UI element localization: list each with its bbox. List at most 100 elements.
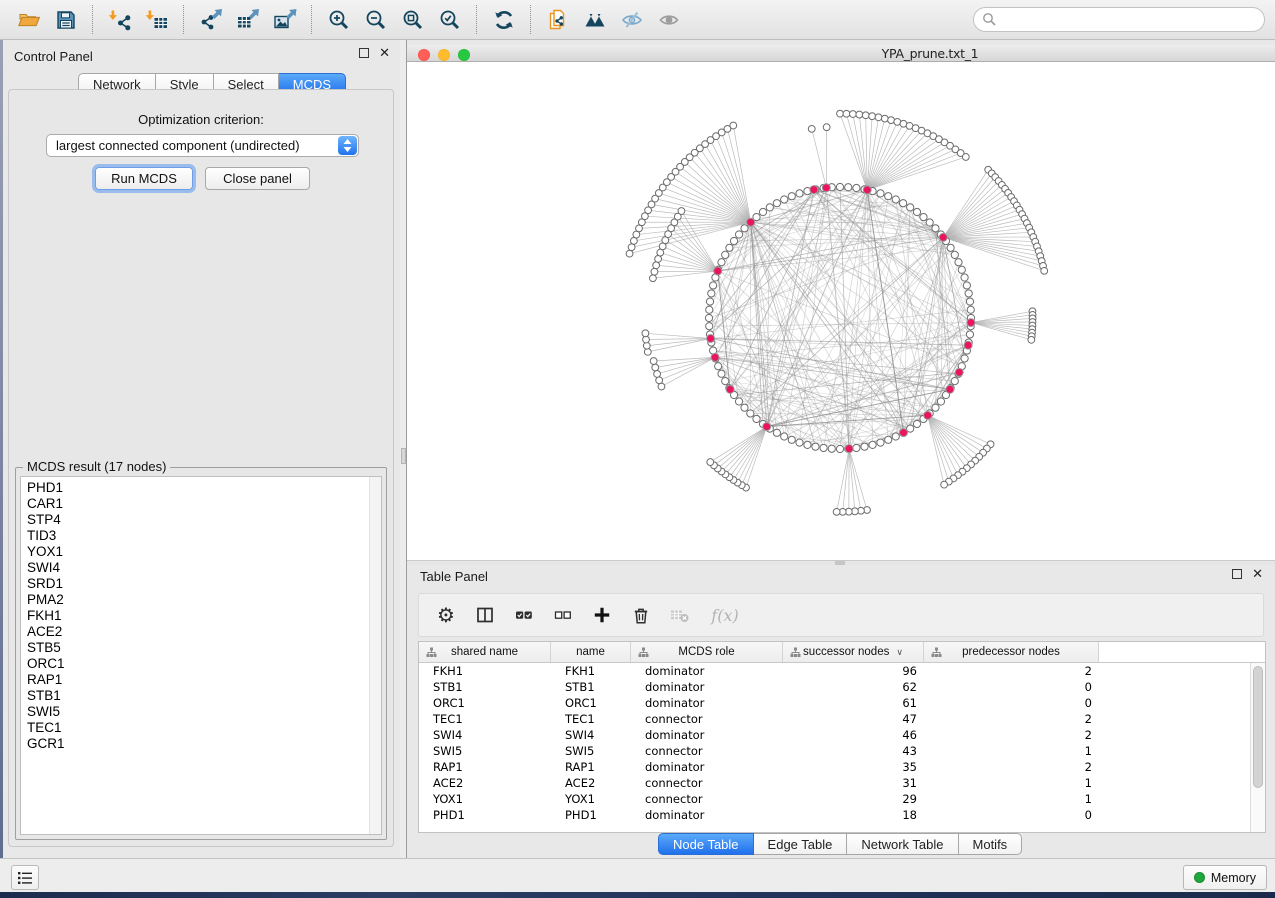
graph-mcds-hub-node[interactable] — [924, 411, 932, 419]
mcds-result-item[interactable]: PHD1 — [21, 480, 381, 496]
graph-leaf-node[interactable] — [941, 481, 948, 488]
graph-leaf-node[interactable] — [837, 110, 844, 117]
graph-leaf-node[interactable] — [881, 115, 888, 122]
mcds-result-list[interactable]: PHD1CAR1STP4TID3YOX1SWI4SRD1PMA2FKH1ACE2… — [20, 476, 382, 835]
graph-node[interactable] — [932, 225, 939, 232]
graph-node[interactable] — [796, 190, 803, 197]
mcds-result-item[interactable]: SRD1 — [21, 576, 381, 592]
tab-motifs[interactable]: Motifs — [959, 833, 1023, 855]
graph-mcds-hub-node[interactable] — [726, 385, 734, 393]
graph-node[interactable] — [958, 266, 965, 273]
network-graph[interactable] — [407, 62, 1275, 560]
table-row[interactable]: ORC1ORC1dominator610 — [419, 695, 1265, 711]
graph-leaf-node[interactable] — [849, 111, 856, 118]
graph-node[interactable] — [966, 298, 973, 305]
graph-node[interactable] — [892, 433, 899, 440]
graph-node[interactable] — [828, 445, 835, 452]
network-canvas[interactable] — [407, 62, 1275, 560]
export-network-button[interactable] — [192, 4, 229, 36]
graph-mcds-hub-node[interactable] — [939, 233, 947, 241]
graph-node[interactable] — [804, 441, 811, 448]
graph-node[interactable] — [947, 244, 954, 251]
mcds-result-item[interactable]: STP4 — [21, 512, 381, 528]
column-header[interactable]: MCDS role — [631, 642, 783, 662]
zoom-selected-button[interactable] — [431, 4, 468, 36]
graph-node[interactable] — [951, 251, 958, 258]
graph-leaf-node[interactable] — [655, 255, 662, 262]
graph-node[interactable] — [836, 183, 843, 190]
table-row[interactable]: TEC1TEC1connector472 — [419, 711, 1265, 727]
graph-node[interactable] — [781, 433, 788, 440]
table-row[interactable]: SWI5SWI5connector431 — [419, 743, 1265, 759]
splitter-handle[interactable] — [401, 448, 406, 464]
graph-node[interactable] — [963, 282, 970, 289]
zoom-fit-button[interactable] — [394, 4, 431, 36]
table-settings-button[interactable]: ⚙ — [435, 604, 457, 626]
graph-node[interactable] — [812, 443, 819, 450]
graph-node[interactable] — [753, 415, 760, 422]
scrollbar-thumb[interactable] — [1253, 666, 1263, 788]
mcds-list-scrollbar[interactable] — [369, 477, 381, 834]
zoom-in-button[interactable] — [320, 4, 357, 36]
graph-node[interactable] — [715, 363, 722, 370]
tab-edge-table[interactable]: Edge Table — [754, 833, 848, 855]
graph-node[interactable] — [861, 443, 868, 450]
graph-mcds-hub-node[interactable] — [845, 445, 853, 453]
import-table-button[interactable] — [138, 4, 175, 36]
apply-layout-button[interactable] — [485, 4, 522, 36]
graph-node[interactable] — [869, 441, 876, 448]
graph-leaf-node[interactable] — [653, 262, 660, 269]
graph-leaf-node[interactable] — [644, 348, 651, 355]
mcds-result-item[interactable]: CAR1 — [21, 496, 381, 512]
graph-leaf-node[interactable] — [656, 377, 663, 384]
graph-node[interactable] — [845, 184, 852, 191]
graph-node[interactable] — [788, 436, 795, 443]
graph-leaf-node[interactable] — [962, 154, 969, 161]
graph-mcds-hub-node[interactable] — [810, 186, 818, 194]
table-row[interactable]: ACE2ACE2connector311 — [419, 775, 1265, 791]
graph-node[interactable] — [892, 196, 899, 203]
graph-node[interactable] — [965, 290, 972, 297]
mcds-result-item[interactable]: YOX1 — [21, 544, 381, 560]
graph-leaf-node[interactable] — [626, 250, 633, 257]
graph-mcds-hub-node[interactable] — [822, 184, 830, 192]
panel-splitter-vertical[interactable] — [400, 40, 407, 858]
graph-node[interactable] — [788, 193, 795, 200]
graph-leaf-node[interactable] — [654, 371, 661, 378]
graph-node[interactable] — [708, 290, 715, 297]
column-header[interactable]: name — [551, 642, 631, 662]
graph-node[interactable] — [747, 410, 754, 417]
graph-node[interactable] — [766, 204, 773, 211]
graph-leaf-node[interactable] — [650, 358, 657, 365]
graph-node[interactable] — [722, 378, 729, 385]
graph-mcds-hub-node[interactable] — [707, 334, 715, 342]
graph-node[interactable] — [853, 184, 860, 191]
hide-selection-button[interactable] — [613, 4, 650, 36]
memory-button[interactable]: Memory — [1183, 865, 1267, 890]
graph-node[interactable] — [735, 231, 742, 238]
graph-node[interactable] — [718, 259, 725, 266]
mcds-result-item[interactable]: FKH1 — [21, 608, 381, 624]
export-image-button[interactable] — [266, 4, 303, 36]
graph-leaf-node[interactable] — [730, 122, 737, 129]
float-panel-icon[interactable] — [1232, 569, 1242, 579]
graph-node[interactable] — [885, 193, 892, 200]
graph-node[interactable] — [710, 282, 717, 289]
network-window-titlebar[interactable]: YPA_prune.txt_1 — [407, 45, 1275, 62]
new-network-from-selection-button[interactable] — [539, 4, 576, 36]
graph-node[interactable] — [885, 436, 892, 443]
graph-node[interactable] — [730, 237, 737, 244]
graph-node[interactable] — [920, 213, 927, 220]
graph-leaf-node[interactable] — [808, 125, 815, 132]
mcds-result-item[interactable]: RAP1 — [21, 672, 381, 688]
graph-node[interactable] — [937, 398, 944, 405]
select-all-button[interactable] — [513, 604, 535, 626]
graph-mcds-hub-node[interactable] — [747, 218, 755, 226]
graph-node[interactable] — [773, 429, 780, 436]
graph-mcds-hub-node[interactable] — [763, 423, 771, 431]
close-panel-button[interactable]: Close panel — [205, 167, 310, 190]
graph-node[interactable] — [913, 208, 920, 215]
graph-node[interactable] — [722, 251, 729, 258]
graph-node[interactable] — [877, 190, 884, 197]
table-row[interactable]: RAP1RAP1dominator352 — [419, 759, 1265, 775]
